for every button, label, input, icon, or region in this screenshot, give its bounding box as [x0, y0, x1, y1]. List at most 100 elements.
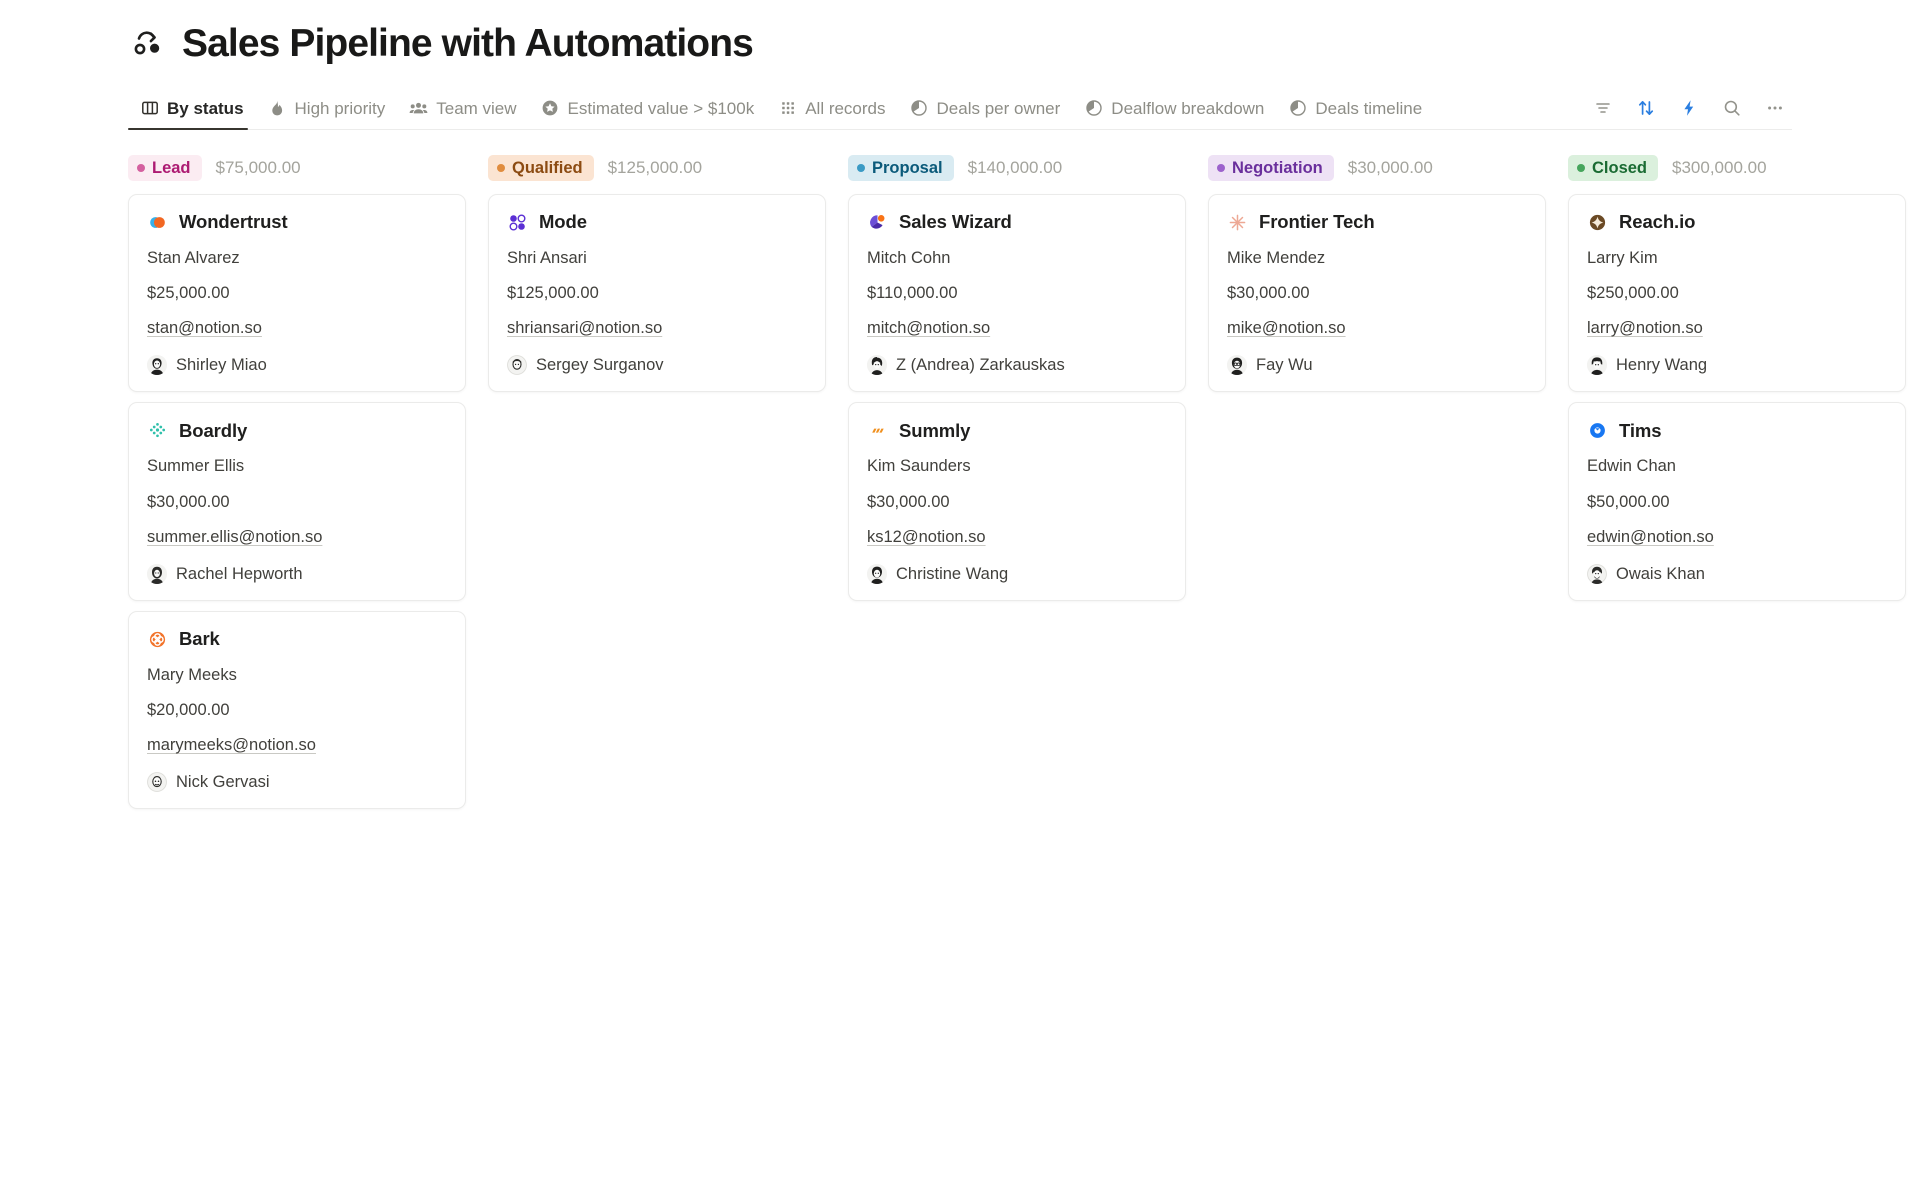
card-company-name: Mode: [539, 212, 587, 232]
bark-logo-icon: [147, 629, 168, 650]
tab-deals-timeline[interactable]: Deals timeline: [1276, 89, 1434, 127]
card-company-name: Frontier Tech: [1259, 212, 1375, 232]
sort-icon[interactable]: [1629, 91, 1663, 125]
status-badge[interactable]: Proposal: [848, 155, 954, 181]
card-owner: Christine Wang: [867, 564, 1167, 584]
avatar: [1227, 355, 1247, 375]
card-owner-name: Christine Wang: [896, 565, 1008, 583]
status-label: Proposal: [872, 159, 943, 178]
deal-card[interactable]: Bark Mary Meeks $20,000.00 marymeeks@not…: [128, 611, 466, 809]
board-column-closed: Closed $300,000.00 Reach.io: [1568, 154, 1920, 601]
card-email-link[interactable]: mitch@notion.so: [867, 319, 990, 337]
column-cards: Sales Wizard Mitch Cohn $110,000.00 mitc…: [848, 194, 1186, 601]
pie-chart-icon: [1288, 99, 1307, 118]
tab-label: Deals per owner: [937, 100, 1061, 117]
card-email-link[interactable]: marymeeks@notion.so: [147, 736, 316, 754]
tab-label: By status: [167, 100, 244, 117]
tab-team-view[interactable]: Team view: [397, 89, 528, 127]
card-company-name: Summly: [899, 421, 970, 441]
tab-label: Estimated value > $100k: [568, 100, 755, 117]
avatar: [1587, 564, 1607, 584]
tab-high-priority[interactable]: High priority: [256, 89, 398, 127]
status-badge[interactable]: Negotiation: [1208, 155, 1334, 181]
wondertrust-logo-icon: [147, 212, 168, 233]
card-email-link[interactable]: mike@notion.so: [1227, 319, 1346, 337]
deal-card[interactable]: Boardly Summer Ellis $30,000.00 summer.e…: [128, 402, 466, 600]
card-title-row: Frontier Tech: [1227, 212, 1527, 233]
status-dot-icon: [497, 164, 505, 172]
tab-estimated-value[interactable]: Estimated value > $100k: [529, 89, 767, 127]
status-label: Qualified: [512, 159, 583, 178]
tab-dealflow-breakdown[interactable]: Dealflow breakdown: [1072, 89, 1276, 127]
card-email-link[interactable]: stan@notion.so: [147, 319, 262, 337]
kanban-board: Lead $75,000.00 Wondertrust: [0, 128, 1920, 809]
card-email-link[interactable]: shriansari@notion.so: [507, 319, 662, 337]
card-title-row: Mode: [507, 212, 807, 233]
column-header: Proposal $140,000.00: [848, 154, 1186, 182]
flame-icon: [268, 99, 287, 118]
card-email-link[interactable]: summer.ellis@notion.so: [147, 528, 322, 546]
more-options-icon[interactable]: [1758, 91, 1792, 125]
avatar: [147, 355, 167, 375]
card-amount: $250,000.00: [1587, 284, 1887, 302]
card-title-row: Boardly: [147, 420, 447, 441]
card-owner: Sergey Surganov: [507, 355, 807, 375]
card-contact: Shri Ansari: [507, 249, 807, 267]
mode-logo-icon: [507, 212, 528, 233]
card-amount: $30,000.00: [867, 493, 1167, 511]
board-column-negotiation: Negotiation $30,000.00: [1208, 154, 1568, 392]
card-contact: Summer Ellis: [147, 457, 447, 475]
column-total: $300,000.00: [1672, 158, 1767, 178]
tab-label: High priority: [295, 100, 386, 117]
avatar: [867, 355, 887, 375]
boardly-logo-icon: [147, 420, 168, 441]
card-contact: Stan Alvarez: [147, 249, 447, 267]
status-badge[interactable]: Qualified: [488, 155, 594, 181]
card-amount: $20,000.00: [147, 701, 447, 719]
status-dot-icon: [1217, 164, 1225, 172]
tabbar-divider: [128, 129, 1792, 130]
card-email-link[interactable]: ks12@notion.so: [867, 528, 986, 546]
status-badge[interactable]: Closed: [1568, 155, 1658, 181]
people-group-icon: [409, 99, 428, 118]
avatar: [1587, 355, 1607, 375]
tab-label: Dealflow breakdown: [1111, 100, 1264, 117]
card-email-link[interactable]: larry@notion.so: [1587, 319, 1703, 337]
tab-label: Deals timeline: [1315, 100, 1422, 117]
card-contact: Mike Mendez: [1227, 249, 1527, 267]
deal-card[interactable]: Tims Edwin Chan $50,000.00 edwin@notion.…: [1568, 402, 1906, 600]
card-owner: Fay Wu: [1227, 355, 1527, 375]
column-cards: Mode Shri Ansari $125,000.00 shriansari@…: [488, 194, 826, 392]
column-header: Closed $300,000.00: [1568, 154, 1906, 182]
card-company-name: Tims: [1619, 421, 1661, 441]
card-title-row: Reach.io: [1587, 212, 1887, 233]
card-title-row: Sales Wizard: [867, 212, 1167, 233]
pipeline-flow-icon: [128, 23, 168, 63]
active-tab-underline: [128, 128, 248, 131]
deal-card[interactable]: Frontier Tech Mike Mendez $30,000.00 mik…: [1208, 194, 1546, 392]
status-badge[interactable]: Lead: [128, 155, 202, 181]
filter-icon[interactable]: [1586, 91, 1620, 125]
card-company-name: Boardly: [179, 421, 247, 441]
deal-card[interactable]: Sales Wizard Mitch Cohn $110,000.00 mitc…: [848, 194, 1186, 392]
card-title-row: Bark: [147, 629, 447, 650]
tab-all-records[interactable]: All records: [766, 89, 897, 127]
deal-card[interactable]: Summly Kim Saunders $30,000.00 ks12@noti…: [848, 402, 1186, 600]
card-owner: Owais Khan: [1587, 564, 1887, 584]
deal-card[interactable]: Wondertrust Stan Alvarez $25,000.00 stan…: [128, 194, 466, 392]
automation-bolt-icon[interactable]: [1672, 91, 1706, 125]
tab-deals-per-owner[interactable]: Deals per owner: [898, 89, 1073, 127]
tab-label: Team view: [436, 100, 516, 117]
deal-card[interactable]: Reach.io Larry Kim $250,000.00 larry@not…: [1568, 194, 1906, 392]
avatar: [507, 355, 527, 375]
card-contact: Mitch Cohn: [867, 249, 1167, 267]
column-cards: Wondertrust Stan Alvarez $25,000.00 stan…: [128, 194, 466, 809]
column-cards: Frontier Tech Mike Mendez $30,000.00 mik…: [1208, 194, 1546, 392]
tims-logo-icon: [1587, 420, 1608, 441]
search-icon[interactable]: [1715, 91, 1749, 125]
card-email-link[interactable]: edwin@notion.so: [1587, 528, 1714, 546]
card-owner-name: Sergey Surganov: [536, 356, 664, 374]
deal-card[interactable]: Mode Shri Ansari $125,000.00 shriansari@…: [488, 194, 826, 392]
card-title-row: Summly: [867, 420, 1167, 441]
tab-by-status[interactable]: By status: [128, 89, 256, 127]
